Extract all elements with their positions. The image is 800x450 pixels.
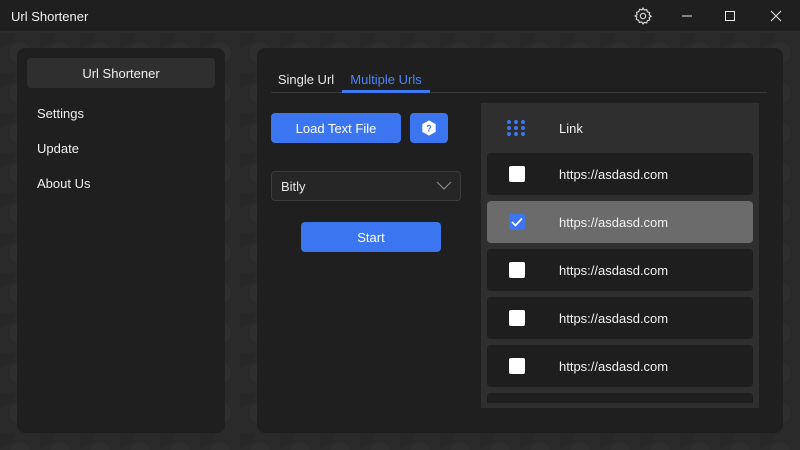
row-checkbox[interactable] (509, 358, 525, 374)
sidebar-item-label: Settings (37, 105, 84, 121)
row-link: https://asdasd.com (559, 359, 669, 374)
row-link: https://asdasd.com (559, 167, 669, 182)
tab-label: Multiple Urls (350, 71, 422, 87)
list-header: Link (481, 103, 759, 149)
gear-icon (634, 7, 653, 25)
title-bar: Url Shortener (0, 0, 800, 32)
select-all-grid-icon[interactable] (506, 119, 526, 137)
tab-label: Single Url (277, 71, 335, 87)
list-item[interactable]: https://asdasd.com (487, 345, 753, 387)
svg-text:?: ? (426, 124, 432, 134)
close-button[interactable] (753, 0, 799, 32)
row-link: https://asdasd.com (559, 311, 669, 326)
active-tab-indicator (342, 90, 430, 93)
maximize-button[interactable] (707, 0, 753, 32)
row-checkbox[interactable] (509, 166, 525, 182)
list-item[interactable]: https://asdasd.com (487, 249, 753, 291)
sidebar-item-update[interactable]: Update (27, 133, 215, 163)
list-item[interactable]: https://asdasd.com (487, 297, 753, 339)
sidebar-item-label: About Us (37, 175, 91, 191)
row-checkbox[interactable] (509, 262, 525, 278)
column-header-link: Link (559, 121, 583, 136)
sidebar-item-label: Update (37, 140, 79, 156)
help-button[interactable]: ? (410, 113, 448, 143)
row-link: https://asdasd.com (559, 263, 669, 278)
tab-bar: Single Url Multiple Urls (271, 66, 767, 93)
check-icon (511, 217, 523, 227)
sidebar: Url Shortener Settings Update About Us (17, 48, 225, 433)
list-item[interactable]: https://asdasd.com (487, 201, 753, 243)
list-item[interactable]: https://asdasd.com (487, 153, 753, 195)
sidebar-item-url-shortener[interactable]: Url Shortener (27, 58, 215, 88)
button-label: Load Text File (295, 120, 377, 136)
chevron-down-icon (436, 181, 452, 190)
settings-button[interactable] (620, 0, 666, 32)
service-select[interactable]: Bitly (271, 171, 461, 201)
tab-multiple-urls[interactable]: Multiple Urls (342, 66, 430, 92)
select-value: Bitly (281, 178, 306, 194)
main-panel: Single Url Multiple Urls Load Text File … (257, 48, 783, 433)
tab-single-url[interactable]: Single Url (271, 66, 341, 92)
row-checkbox[interactable] (509, 310, 525, 326)
minimize-button[interactable] (664, 0, 710, 32)
row-link: https://asdasd.com (559, 215, 669, 230)
sidebar-item-settings[interactable]: Settings (27, 98, 215, 128)
window-title: Url Shortener (11, 9, 89, 24)
close-icon (770, 10, 782, 22)
start-button[interactable]: Start (301, 222, 441, 252)
help-icon: ? (422, 120, 436, 136)
button-label: Start (357, 229, 385, 245)
sidebar-item-about-us[interactable]: About Us (27, 168, 215, 198)
list-item-partial[interactable] (487, 393, 753, 403)
load-text-file-button[interactable]: Load Text File (271, 113, 401, 143)
minimize-icon (682, 15, 692, 17)
row-checkbox[interactable] (509, 214, 525, 230)
sidebar-item-label: Url Shortener (82, 65, 160, 81)
url-list[interactable]: Link https://asdasd.com https://asdasd.c… (481, 103, 759, 408)
maximize-icon (725, 11, 735, 21)
